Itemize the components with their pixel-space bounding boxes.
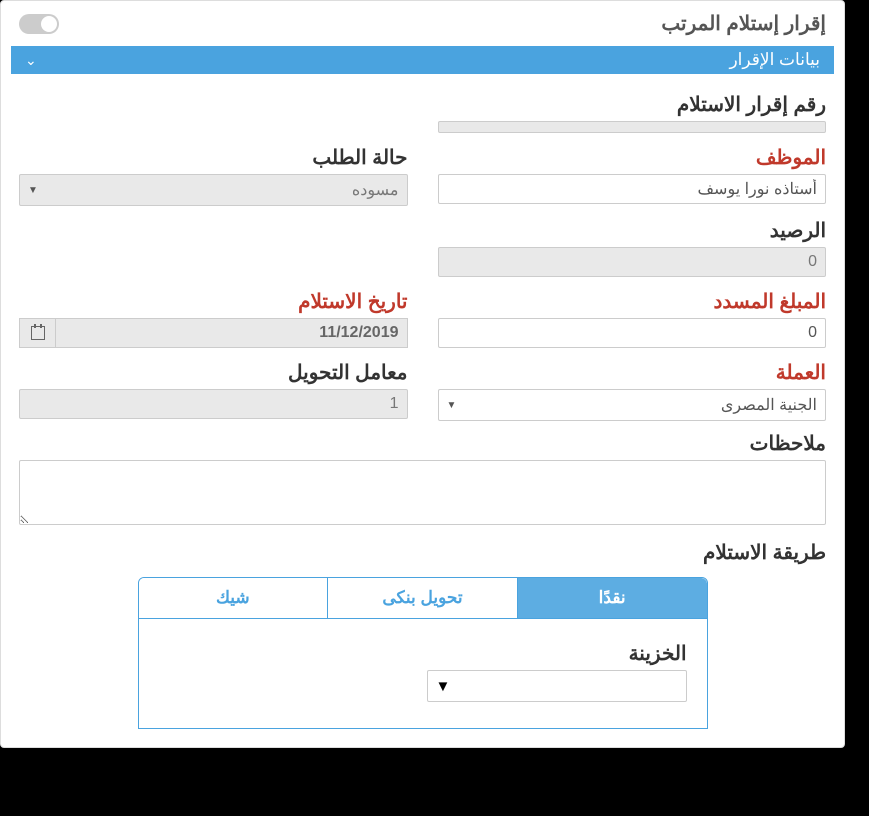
section-title: بيانات الإقرار — [729, 50, 820, 70]
currency-select[interactable]: الجنية المصرى ▼ — [438, 389, 827, 421]
calendar-icon — [31, 326, 45, 340]
toggle-switch[interactable] — [19, 14, 59, 34]
payment-tabs: نقدًا تحويل بنكى شيك — [138, 577, 708, 619]
label-receive-date: تاريخ الاستلام — [19, 289, 408, 314]
amount-paid-field[interactable] — [438, 318, 827, 348]
label-treasury: الخزينة — [427, 641, 687, 666]
chevron-down-icon: ⌄ — [25, 52, 37, 69]
status-value: مسوده — [352, 180, 399, 200]
tab-bank[interactable]: تحويل بنكى — [327, 578, 517, 618]
caret-down-icon: ▼ — [436, 678, 451, 695]
page-title: إقرار إستلام المرتب — [661, 11, 826, 36]
tab-content-cash: الخزينة ▼ — [138, 619, 708, 729]
tab-cash[interactable]: نقدًا — [517, 578, 707, 618]
tab-cheque[interactable]: شيك — [138, 578, 327, 618]
salary-receipt-panel: إقرار إستلام المرتب بيانات الإقرار ⌄ رقم… — [0, 0, 845, 748]
panel-header: إقرار إستلام المرتب — [1, 1, 844, 46]
label-notes: ملاحظات — [19, 431, 826, 456]
exchange-rate-field: 1 — [19, 389, 408, 419]
treasury-select[interactable]: ▼ — [427, 670, 687, 702]
caret-down-icon: ▼ — [447, 400, 457, 411]
label-currency: العملة — [438, 360, 827, 385]
label-amount-paid: المبلغ المسدد — [438, 289, 827, 314]
notes-textarea[interactable] — [19, 460, 826, 525]
label-employee: الموظف — [438, 145, 827, 170]
receive-date-field[interactable]: 11/12/2019 — [55, 318, 408, 348]
label-payment-method: طريقة الاستلام — [19, 540, 826, 565]
label-balance: الرصيد — [438, 218, 827, 243]
label-status: حالة الطلب — [19, 145, 408, 170]
section-header[interactable]: بيانات الإقرار ⌄ — [11, 46, 834, 74]
currency-value: الجنية المصرى — [721, 395, 817, 415]
status-select[interactable]: مسوده ▼ — [19, 174, 408, 206]
caret-down-icon: ▼ — [28, 185, 38, 196]
balance-field: 0 — [438, 247, 827, 277]
receipt-no-field — [438, 121, 827, 133]
calendar-button[interactable] — [19, 318, 55, 348]
label-exchange-rate: معامل التحويل — [19, 360, 408, 385]
employee-field[interactable] — [438, 174, 827, 204]
label-receipt-no: رقم إقرار الاستلام — [438, 92, 827, 117]
form-body: رقم إقرار الاستلام الموظف حالة الطلب مسو… — [1, 74, 844, 747]
